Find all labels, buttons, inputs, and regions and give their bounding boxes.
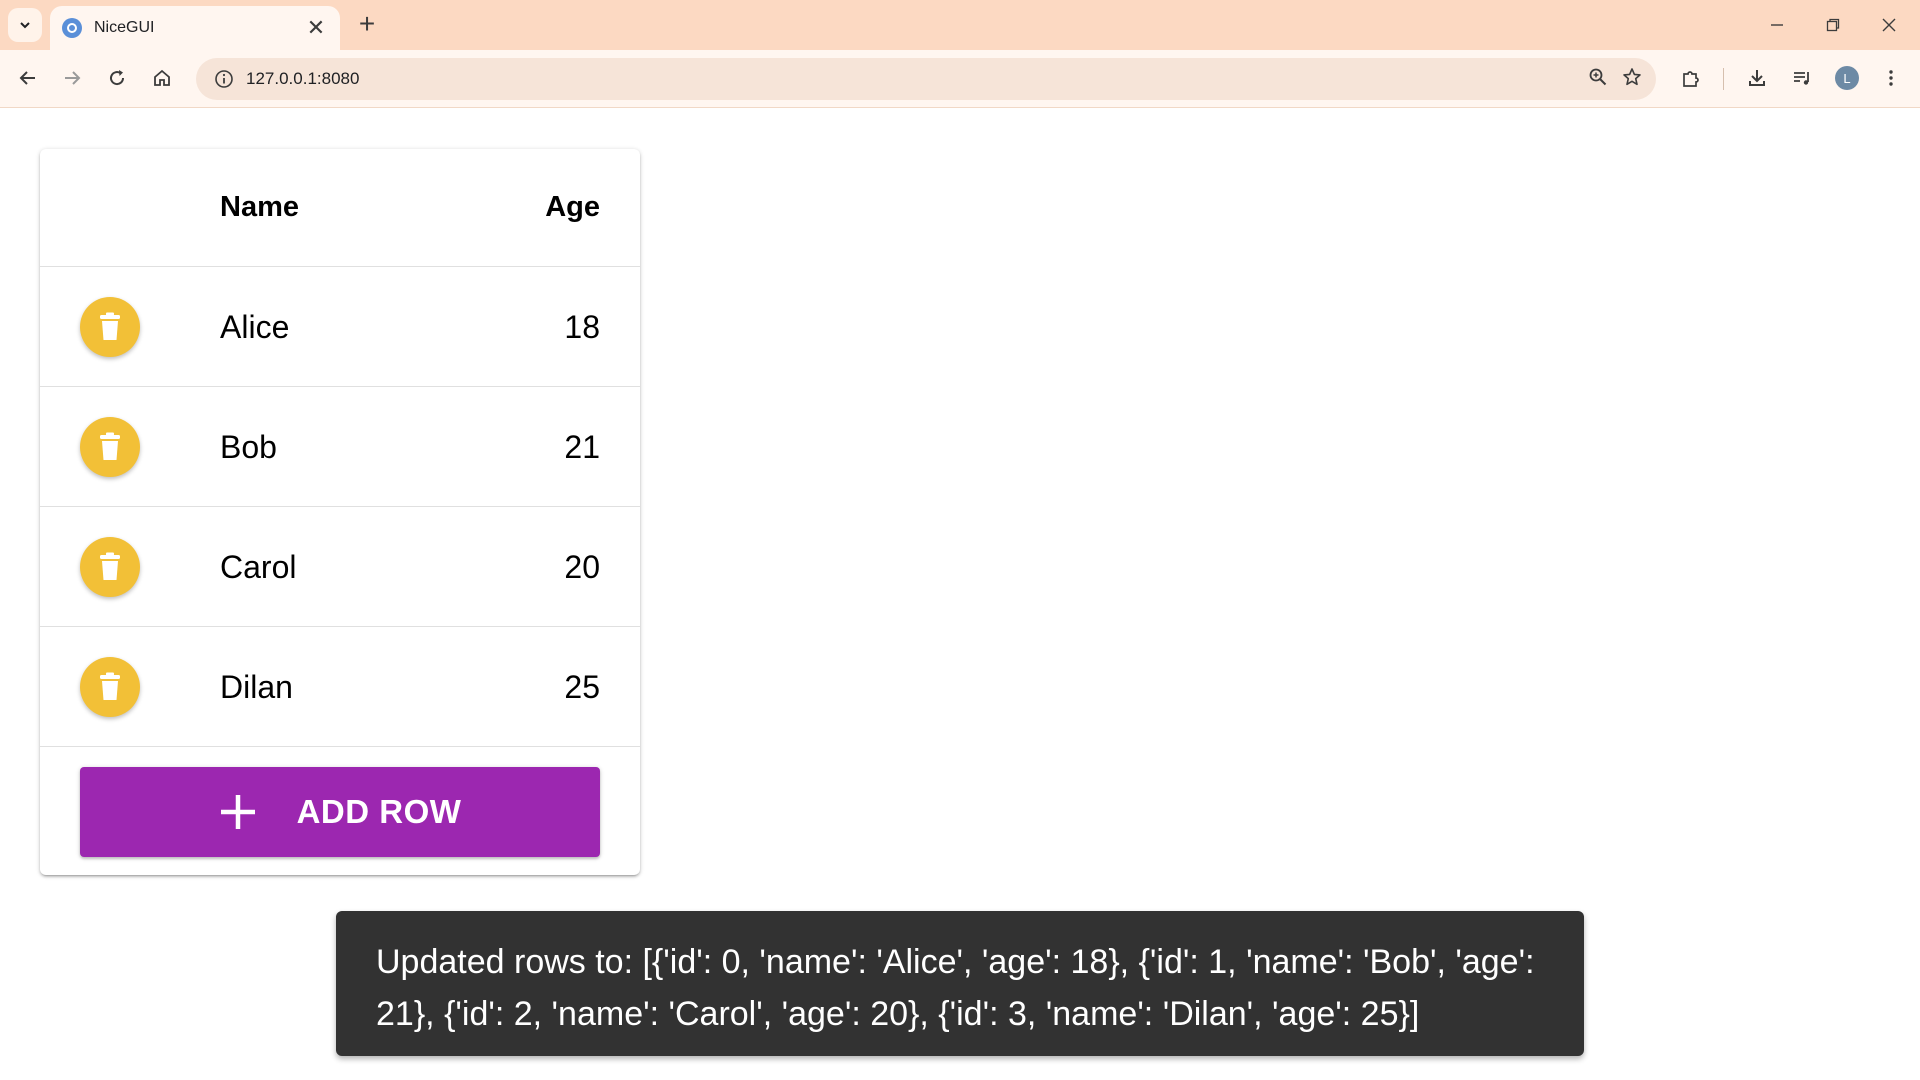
table-header: Name Age xyxy=(40,149,640,267)
close-window-button[interactable] xyxy=(1869,8,1909,42)
menu-button[interactable] xyxy=(1873,60,1909,96)
cell-age: 25 xyxy=(564,669,600,705)
restore-button[interactable] xyxy=(1813,8,1853,42)
media-controls-button[interactable] xyxy=(1784,60,1820,96)
url-text[interactable]: 127.0.0.1:8080 xyxy=(246,69,1588,89)
tab-close-icon[interactable]: ✕ xyxy=(304,16,328,40)
table-card: Name Age Alice 18 Bob 21 Carol 20 Dilan … xyxy=(40,149,640,875)
avatar: L xyxy=(1835,66,1859,90)
tab-title: NiceGUI xyxy=(94,19,155,36)
zoom-icon[interactable] xyxy=(1588,67,1608,92)
trash-icon xyxy=(100,672,120,700)
plus-icon xyxy=(219,793,257,831)
add-row-label: ADD ROW xyxy=(296,793,462,830)
trash-icon xyxy=(100,432,120,460)
cell-age: 18 xyxy=(564,309,600,345)
back-button[interactable] xyxy=(10,60,46,96)
delete-row-button[interactable] xyxy=(80,417,140,477)
playlist-icon xyxy=(1794,72,1809,85)
extensions-button[interactable] xyxy=(1673,60,1709,96)
home-icon xyxy=(154,69,170,86)
delete-row-button[interactable] xyxy=(80,537,140,597)
profile-button[interactable]: L xyxy=(1829,60,1865,96)
bookmark-star-icon[interactable] xyxy=(1622,67,1642,92)
toolbar-divider xyxy=(1723,68,1724,90)
new-tab-button[interactable]: + xyxy=(352,10,382,40)
trash-icon xyxy=(100,552,120,580)
delete-row-button[interactable] xyxy=(80,297,140,357)
arrow-left-icon xyxy=(19,71,35,85)
table-row: Carol 20 xyxy=(40,507,640,627)
site-info-icon[interactable] xyxy=(204,58,244,100)
reload-icon xyxy=(110,70,125,86)
arrow-right-icon xyxy=(65,71,81,85)
delete-row-button[interactable] xyxy=(80,657,140,717)
minimize-icon xyxy=(1771,24,1783,26)
nicegui-favicon-icon xyxy=(62,18,82,38)
table-row: Bob 21 xyxy=(40,387,640,507)
cell-age: 20 xyxy=(564,549,600,585)
restore-icon xyxy=(1826,18,1840,32)
chevron-down-icon xyxy=(20,22,30,29)
reload-button[interactable] xyxy=(99,60,135,96)
notification-toast: Updated rows to: [{'id': 0, 'name': 'Ali… xyxy=(336,911,1584,1056)
column-header-name[interactable]: Name xyxy=(220,191,299,224)
download-icon xyxy=(1749,70,1765,86)
home-button[interactable] xyxy=(144,60,180,96)
address-bar[interactable]: 127.0.0.1:8080 xyxy=(196,58,1656,100)
browser-tab-active[interactable]: NiceGUI ✕ xyxy=(50,6,340,50)
browser-toolbar: 127.0.0.1:8080 L xyxy=(0,50,1920,108)
puzzle-icon xyxy=(1683,71,1699,87)
trash-icon xyxy=(100,312,120,340)
column-header-age[interactable]: Age xyxy=(545,191,600,224)
forward-button[interactable] xyxy=(54,60,90,96)
browser-tabstrip: NiceGUI ✕ + xyxy=(0,0,1920,50)
cell-name: Bob xyxy=(220,429,277,465)
tab-search-button[interactable] xyxy=(8,8,42,42)
table-row: Alice 18 xyxy=(40,267,640,387)
notification-text: Updated rows to: [{'id': 0, 'name': 'Ali… xyxy=(376,943,1535,1033)
table-row: Dilan 25 xyxy=(40,627,640,747)
minimize-button[interactable] xyxy=(1757,8,1797,42)
close-icon xyxy=(1882,18,1896,32)
add-row-button[interactable]: ADD ROW xyxy=(80,767,600,857)
downloads-button[interactable] xyxy=(1739,60,1775,96)
cell-name: Dilan xyxy=(220,669,293,705)
cell-age: 21 xyxy=(564,429,600,465)
cell-name: Carol xyxy=(220,549,297,585)
cell-name: Alice xyxy=(220,309,290,345)
kebab-menu-icon xyxy=(1889,70,1893,86)
